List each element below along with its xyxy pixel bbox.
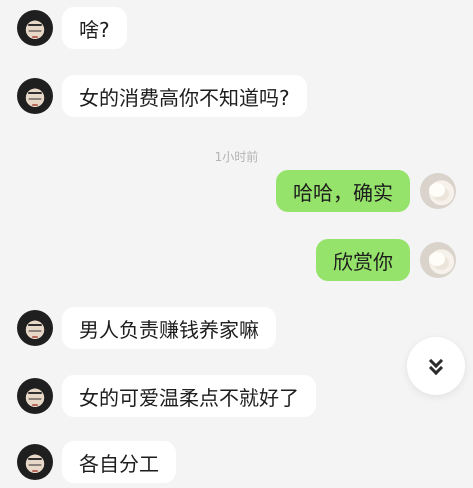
message-row: 男人负责赚钱养家嘛	[0, 304, 473, 354]
message-row: 欣赏你	[0, 236, 473, 286]
contact-avatar[interactable]	[17, 78, 53, 114]
my-avatar[interactable]	[420, 173, 456, 209]
message-row: 女的可爱温柔点不就好了	[0, 372, 473, 422]
message-bubble[interactable]: 欣赏你	[316, 239, 410, 281]
message-text: 啥?	[79, 17, 110, 42]
contact-avatar[interactable]	[17, 378, 53, 414]
message-row: 哈哈，确实	[0, 167, 473, 217]
contact-avatar[interactable]	[17, 444, 53, 480]
message-text: 女的消费高你不知道吗?	[79, 85, 290, 110]
my-avatar[interactable]	[420, 242, 456, 278]
message-row: 女的消费高你不知道吗?	[0, 72, 473, 122]
message-text: 各自分工	[79, 451, 159, 476]
message-bubble[interactable]: 各自分工	[62, 441, 176, 483]
contact-avatar[interactable]	[17, 310, 53, 346]
message-bubble[interactable]: 女的可爱温柔点不就好了	[62, 375, 316, 417]
message-text: 男人负责赚钱养家嘛	[79, 317, 259, 342]
contact-avatar[interactable]	[17, 10, 53, 46]
message-row: 啥?	[0, 4, 473, 54]
double-chevron-down-icon	[427, 353, 445, 376]
scroll-to-bottom-button[interactable]	[407, 337, 465, 395]
message-row: 各自分工	[0, 438, 473, 488]
chat-view: 啥? 女的消费高你不知道吗? 1小时前 哈哈，确实 欣赏你 男人负责赚钱养家嘛 …	[0, 0, 473, 484]
message-bubble[interactable]: 哈哈，确实	[276, 170, 410, 212]
message-text: 欣赏你	[333, 249, 393, 274]
message-bubble[interactable]: 女的消费高你不知道吗?	[62, 75, 307, 117]
message-bubble[interactable]: 男人负责赚钱养家嘛	[62, 307, 276, 349]
message-text: 哈哈，确实	[293, 180, 393, 205]
message-text: 女的可爱温柔点不就好了	[79, 385, 299, 410]
timestamp: 1小时前	[214, 150, 259, 164]
message-bubble[interactable]: 啥?	[62, 7, 127, 49]
